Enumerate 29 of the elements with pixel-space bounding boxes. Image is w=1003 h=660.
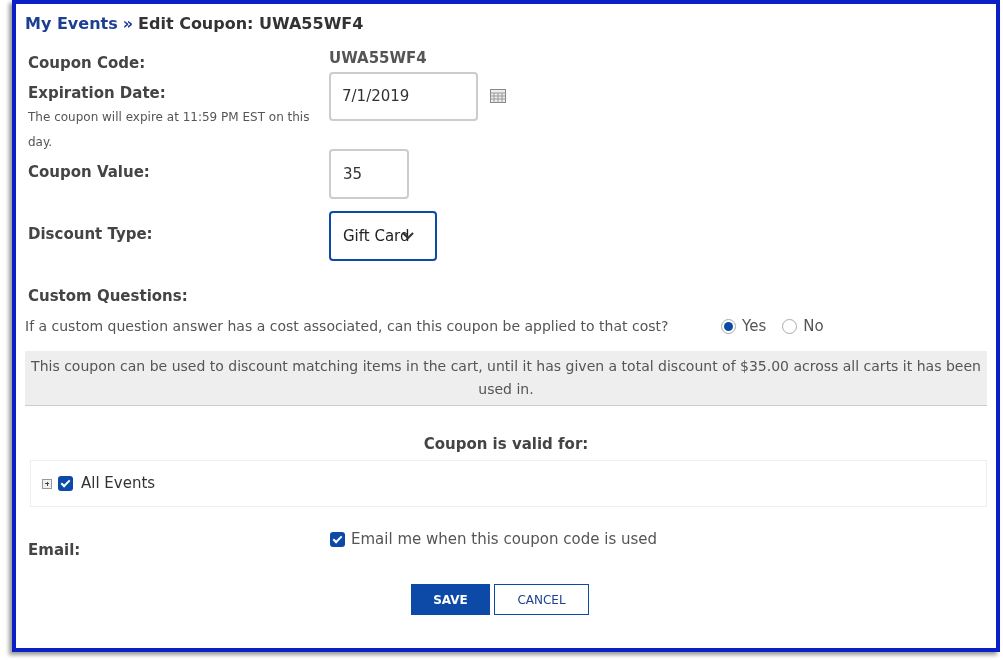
field-label: Coupon Value: [28,163,150,181]
notice-banner: This coupon can be used to discount matching items in the cart, until it has given a total discount of $35.00 across all carts it has been used in. [25,351,987,406]
field-label: Discount Type: [28,225,153,243]
cancel-button[interactable]: CANCEL [494,584,589,615]
tree-item-label: All Events [81,473,156,495]
breadcrumb-separator: » [122,13,134,35]
field-label: Custom Questions: [28,287,188,305]
question-text: If a custom question answer has a cost associated, can this coupon be applied to that cost? [25,316,670,336]
field-label: Email: [28,541,81,559]
page-title: Edit Coupon: UWA55WF4 [138,13,364,35]
radio-button[interactable] [721,318,736,334]
field-label: Coupon Code: [28,54,146,72]
date-input-field[interactable]: 7/1/2019 [329,72,478,121]
radio-button[interactable] [782,318,798,334]
breadcrumb-link[interactable]: My Events [25,12,118,36]
checkbox[interactable] [330,531,345,547]
save-button[interactable]: SAVE [411,584,490,615]
section-heading: Coupon is valid for: [423,435,589,453]
radio-label: No [803,315,824,337]
expand-icon[interactable] [42,478,52,489]
discount-type-dropdown[interactable]: Gift Card [329,211,437,261]
value-input-field[interactable]: 35 [329,149,409,199]
field-label: Expiration Date: [28,83,167,104]
checkbox-label: Email me when this coupon code is used [351,528,658,550]
coupon-code-value: UWA55WF4 [329,47,427,69]
calendar-icon[interactable] [490,89,506,103]
field-note: The coupon will expire at 11:59 PM EST on this day. [28,108,311,151]
radio-label: Yes [742,315,767,337]
checkbox[interactable] [58,476,73,491]
